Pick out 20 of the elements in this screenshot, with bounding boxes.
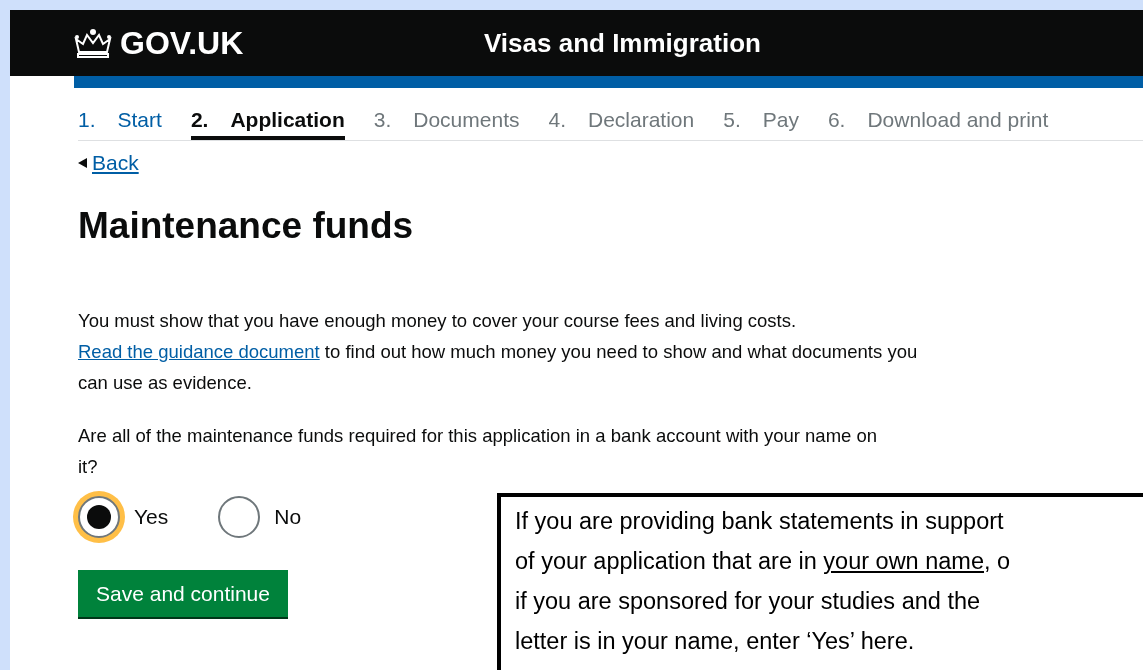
- save-and-continue-button[interactable]: Save and continue: [78, 570, 288, 617]
- back-arrow-icon: [78, 158, 87, 168]
- back-link[interactable]: Back: [92, 151, 139, 175]
- callout-text: if you are sponsored for your studies and the: [515, 587, 982, 616]
- radio-button[interactable]: [218, 496, 261, 538]
- gov-logo[interactable]: GOV.UK: [74, 24, 484, 62]
- progress-step[interactable]: 1. Start: [78, 108, 162, 140]
- progress-step[interactable]: 2. Application: [190, 108, 345, 140]
- radio-label: Yes: [134, 505, 169, 529]
- callout-text: letter is in your name, enter ‘Yes’ here.: [515, 627, 916, 656]
- service-title: Visas and Immigration: [484, 27, 761, 59]
- callout-text: of your application that are in your own name, o: [515, 547, 1012, 576]
- radio-label: No: [274, 505, 302, 529]
- page-heading: Maintenance funds: [78, 205, 415, 247]
- callout-text: If you are providing bank statements in support: [515, 507, 1005, 536]
- question-text: Are all of the maintenance funds required for this application in a bank account with your name on it?: [78, 424, 878, 479]
- intro-paragraph: You must show that you have enough money to cover your course fees and living costs. Read the guidance document to find out how much money you need to show and what documents you can use as evidence.: [78, 309, 919, 395]
- crown-icon: [74, 28, 112, 58]
- guidance-link[interactable]: Read the guidance document: [78, 341, 320, 362]
- logo-text: GOV.UK: [120, 24, 244, 62]
